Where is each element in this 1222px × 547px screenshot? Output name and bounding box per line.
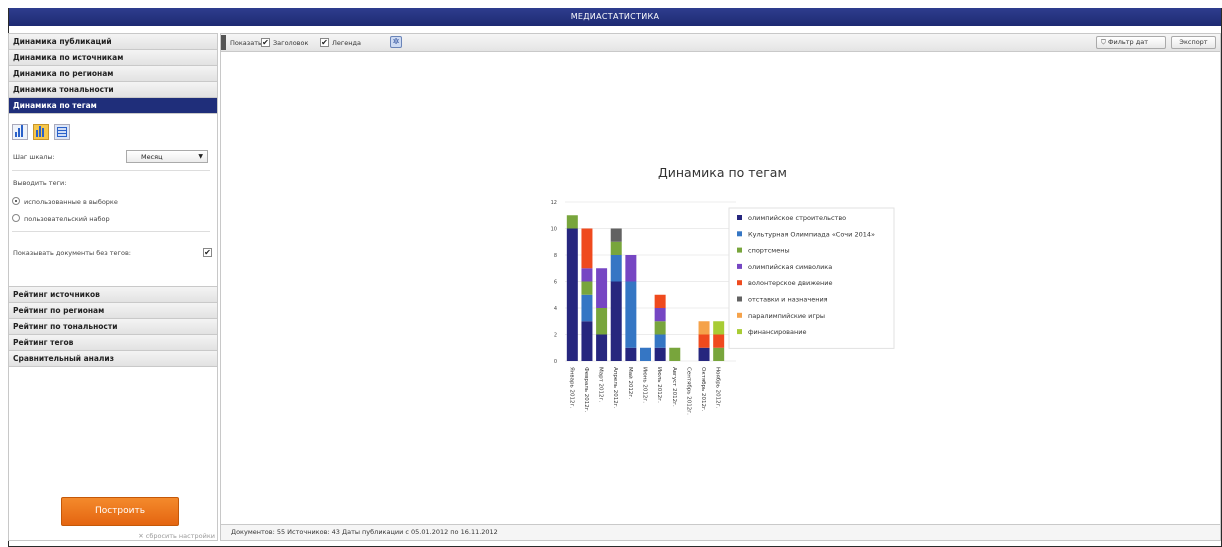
bar-segment [581, 268, 593, 282]
section-bottom_sections-2[interactable]: Рейтинг по тональности [9, 319, 217, 335]
tags-settings-panel: Шаг шкалы: Месяц ▼ Выводить теги: использ… [9, 114, 217, 287]
x-tick-label: Март 2012г. [598, 367, 604, 402]
sidebar: Динамика публикаций Динамика по источника… [8, 33, 218, 541]
bar-segment [713, 347, 725, 361]
scale-select[interactable]: Месяц ▼ [126, 150, 208, 163]
section-bottom_sections-1[interactable]: Рейтинг по регионам [9, 303, 217, 319]
section-top_sections-1[interactable]: Динамика по источникам [9, 50, 217, 66]
divider [12, 231, 210, 232]
radio-custom-set[interactable] [12, 214, 20, 222]
bar-segment [654, 308, 666, 322]
y-tick-label: 2 [554, 333, 557, 339]
bar-segment [698, 334, 710, 348]
x-tick-label: Июль 2012г. [656, 367, 662, 403]
legend-item: олимпийская символика [748, 263, 832, 271]
x-tick-label: Январь 2012г. [568, 367, 574, 408]
legend-swatch [737, 263, 742, 269]
bar-segment [581, 228, 593, 269]
x-tick-label: Апрель 2012г. [612, 367, 618, 409]
show-untagged-label: Показывать документы без тегов: [13, 249, 131, 257]
legend-swatch [737, 231, 742, 237]
legend-item: паралимпийские игры [748, 312, 825, 320]
x-tick-label: Сентябрь 2012г. [685, 367, 691, 415]
y-tick-label: 12 [551, 200, 557, 206]
app-title: МЕДИАСТАТИСТИКА [9, 8, 1221, 26]
legend-swatch [737, 247, 742, 253]
bar-segment [610, 228, 622, 242]
bar-segment [596, 308, 608, 335]
y-tick-label: 8 [554, 253, 557, 259]
table-icon[interactable] [54, 124, 70, 140]
bar-segment [713, 334, 725, 348]
radio-custom-label: пользовательский набор [24, 215, 110, 223]
main-area: Показать: ✔ Заголовок ✔ Легенда ✲ ⛉ Филь… [220, 33, 1221, 541]
x-tick-label: Февраль 2012г. [583, 367, 589, 413]
bar-segment [596, 268, 608, 308]
bar-segment [654, 334, 666, 348]
section-bottom_sections-4[interactable]: Сравнительный анализ [9, 351, 217, 367]
divider [12, 170, 210, 171]
status-bar: Документов: 55 Источников: 43 Даты публи… [221, 524, 1220, 540]
bar-segment [698, 347, 710, 361]
chevron-down-icon: ▼ [198, 153, 203, 160]
bar-segment [610, 281, 622, 361]
section-top_sections-2[interactable]: Динамика по регионам [9, 66, 217, 82]
y-tick-label: 4 [554, 306, 557, 312]
legend-swatch [737, 296, 742, 302]
bar-segment [610, 255, 622, 282]
legend-item: олимпийское строительство [748, 214, 846, 222]
show-untagged-checkbox[interactable]: ✔ [203, 248, 212, 257]
legend-swatch [737, 215, 742, 220]
legend-item: финансирование [748, 328, 806, 336]
y-tick-label: 6 [554, 280, 557, 286]
bar-segment [566, 228, 578, 361]
bar-segment [566, 215, 578, 229]
stacked-chart-icon[interactable] [33, 124, 49, 140]
section-top_sections-0[interactable]: Динамика публикаций [9, 34, 217, 50]
x-tick-label: Ноябрь 2012г. [715, 367, 721, 409]
bar-segment [654, 294, 666, 308]
legend-item: волонтерское движение [748, 279, 833, 287]
scale-value: Месяц [141, 153, 163, 161]
y-tick-label: 0 [554, 359, 557, 365]
bar-segment [581, 321, 593, 361]
bar-segment [625, 281, 637, 348]
bar-segment [654, 347, 666, 361]
bar-segment [596, 334, 608, 361]
section-bottom_sections-0[interactable]: Рейтинг источников [9, 287, 217, 303]
radio-used-label: использованные в выборке [24, 198, 118, 206]
y-tick-label: 10 [551, 227, 557, 233]
x-tick-label: Октябрь 2012г. [700, 367, 706, 412]
legend-item: Культурная Олимпиада «Сочи 2014» [748, 230, 875, 238]
bar-segment [640, 347, 651, 361]
legend-swatch [737, 329, 742, 335]
bar-segment [654, 321, 666, 335]
section-top_sections-4[interactable]: Динамика по тегам [9, 98, 217, 114]
output-tags-label: Выводить теги: [13, 179, 67, 187]
reset-settings-link[interactable]: ✕ сбросить настройки [138, 532, 215, 540]
x-tick-label: Июнь 2012г. [642, 367, 648, 403]
legend-swatch [737, 280, 742, 286]
bar-segment [581, 294, 593, 322]
bar-segment [625, 347, 637, 361]
section-top_sections-3[interactable]: Динамика тональности [9, 82, 217, 98]
bar-chart-icon[interactable] [12, 124, 28, 140]
legend-item: спортсмены [748, 247, 790, 255]
stacked-bar-chart: 0 2 4 6 8 10 12 Январь 2012г. Февраль 2012г. Март… [551, 200, 895, 415]
bar-segment [625, 255, 637, 282]
legend-item: отставки и назначения [748, 296, 828, 304]
bar-segment [713, 321, 725, 335]
x-tick-label: Август 2012г. [671, 367, 677, 407]
build-button[interactable]: Построить [61, 497, 179, 526]
bar-segment [698, 321, 710, 335]
x-tick-label: Май 2012г. [627, 367, 634, 399]
bar-segment [610, 241, 622, 255]
legend-swatch [737, 312, 742, 318]
bar-segment [669, 347, 681, 361]
scale-label: Шаг шкалы: [13, 153, 55, 161]
section-bottom_sections-3[interactable]: Рейтинг тегов [9, 335, 217, 351]
radio-used-tags[interactable] [12, 197, 20, 205]
bar-segment [581, 281, 593, 295]
